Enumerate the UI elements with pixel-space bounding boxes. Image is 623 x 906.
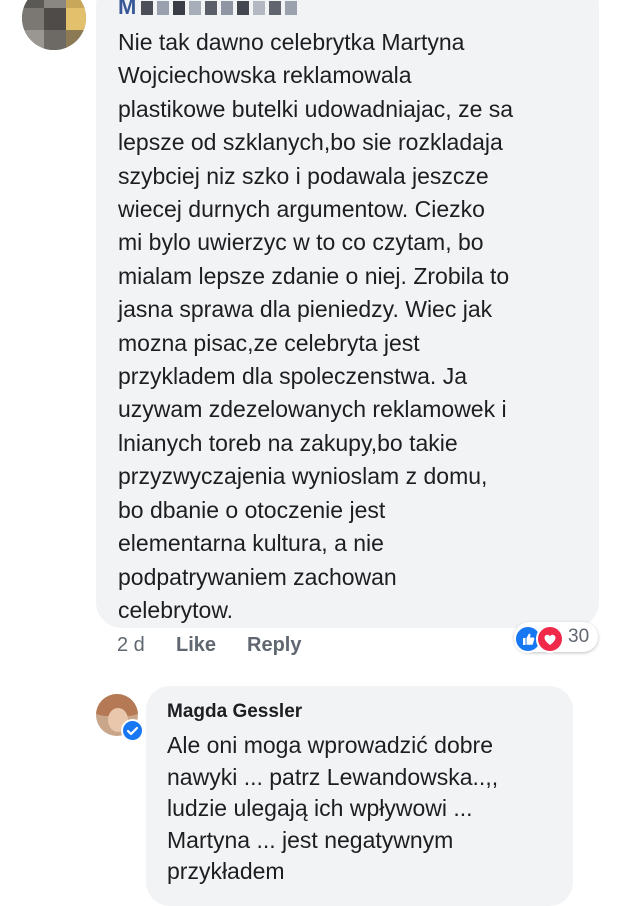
name-blur	[269, 1, 282, 16]
comment-line: plastikowe butelki udowadniajac, ze sa	[118, 95, 514, 122]
comment-line: bo dbanie o otoczenie jest	[118, 496, 386, 523]
comment-line: wiecej durnych argumentow. Ciezko	[118, 196, 485, 223]
name-blur	[221, 1, 234, 16]
comment-line: Nie tak dawno celebrytka Martyna	[118, 29, 465, 55]
reply-line: przykładem	[167, 858, 285, 884]
comment-line: elementarna kultura, a nie	[118, 530, 384, 557]
comment-line: lnianych toreb na zakupy,bo takie	[118, 429, 458, 456]
name-blur	[237, 1, 250, 16]
name-blur	[285, 1, 298, 16]
comment-author-name[interactable]: M	[118, 0, 137, 19]
comment-line: mialam lepsze zdanie o niej. Zrobila to	[118, 262, 510, 289]
verified-badge-icon	[121, 719, 144, 742]
comment-line: szybciej niz szko i podawala jeszcze	[118, 162, 489, 189]
reply-line: ludzie ulegają ich wpływowi ...	[167, 795, 473, 821]
name-blur	[253, 1, 266, 16]
like-button[interactable]: Like	[176, 634, 216, 657]
comment-line: uzywam zdezelowanych reklamowek i	[118, 396, 507, 423]
comment-line: lepsze od szklanych,bo sie rozkladaja	[118, 129, 503, 156]
name-blur	[189, 1, 202, 16]
name-blur	[141, 1, 154, 16]
reactions-summary[interactable]: 30	[514, 622, 598, 653]
comment-line: mi bylo uwierzyc w to co czytam, bo	[118, 229, 484, 256]
reply-line: nawyki ... patrz Lewandowska..,,	[167, 763, 499, 790]
reaction-count: 30	[568, 626, 590, 647]
commenter-avatar[interactable]	[22, 0, 86, 50]
comment-line: przykladem dla spoleczenstwa. Ja	[118, 363, 467, 390]
name-blur	[173, 1, 186, 16]
comment-line: mozna pisac,ze celebryta jest	[118, 329, 420, 356]
love-reaction-icon	[536, 625, 564, 653]
reply-line: Martyna ... jest negatywnym	[167, 826, 454, 853]
comment-line: podpatrywaniem zachowan	[118, 563, 397, 590]
comment-author[interactable]: M	[118, 0, 298, 19]
reply-author-name[interactable]: Magda Gessler	[167, 701, 302, 723]
comment-line: jasna sprawa dla pieniedzy. Wiec jak	[118, 296, 493, 323]
comment-timestamp[interactable]: 2 d	[117, 634, 145, 657]
comment-line: Wojciechowska reklamowala	[118, 62, 412, 89]
comment-line: celebrytow.	[118, 596, 234, 623]
reply-text: Ale oni moga wprowadzić dobre nawyki ...…	[167, 730, 562, 888]
reply-button[interactable]: Reply	[247, 634, 301, 657]
name-blur	[205, 1, 218, 16]
comment-line: przyzwyczajenia wynioslam z domu,	[118, 463, 488, 490]
comment-text: Nie tak dawno celebrytka Martyna Wojciec…	[118, 26, 588, 627]
name-blur	[157, 1, 170, 16]
reply-line: Ale oni moga wprowadzić dobre	[167, 732, 494, 758]
